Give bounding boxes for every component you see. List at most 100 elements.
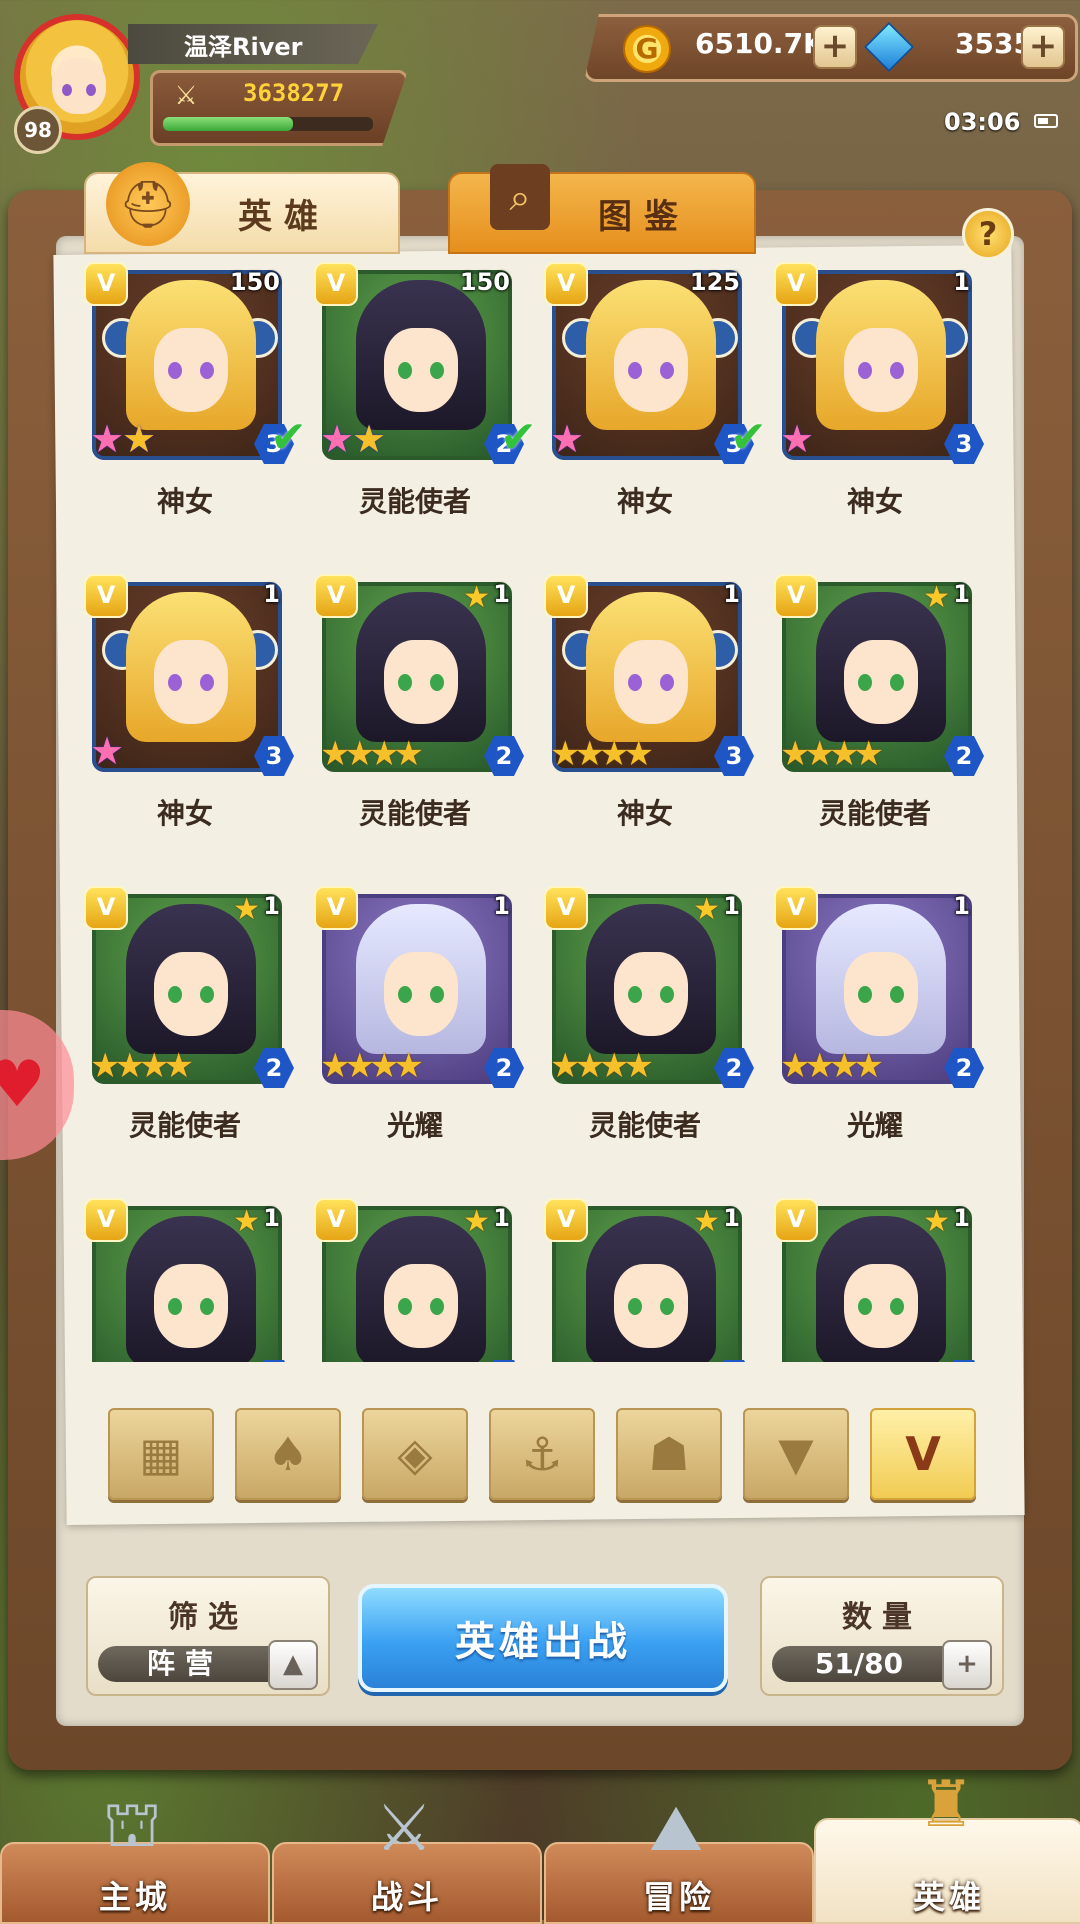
clock: 03:06 [944, 108, 1021, 136]
hero-eye [858, 362, 872, 379]
hero-eye [660, 362, 674, 379]
star-badge-icon: ★ [463, 1204, 490, 1239]
filter-select[interactable]: 阵营 ▲ [98, 1640, 318, 1690]
expand-slots-button[interactable]: + [942, 1640, 992, 1690]
star-badge-icon: ★ [923, 1204, 950, 1239]
faction-filter-grid-icon[interactable]: ▦ [108, 1408, 214, 1500]
hero-card[interactable]: V ★ 1 ★★★★ 2 灵能使者 [530, 886, 760, 1158]
faction-v-icon: V [544, 574, 588, 618]
swords-icon: ⚔ [375, 1792, 433, 1866]
hero-face [844, 640, 918, 724]
hero-card[interactable]: V★1★★★★2 [70, 1198, 300, 1362]
swords-power-icon: ⚔ [174, 81, 198, 111]
tab-heroes[interactable]: ⛑ 英雄 [84, 162, 400, 254]
rainbow-star-icon: ★ [90, 729, 125, 773]
hero-face [844, 328, 918, 412]
hero-eye [398, 674, 412, 691]
hero-stars: ★★★★ [320, 1358, 424, 1362]
gold-coin-icon: G [623, 25, 671, 73]
hero-level: 1 [263, 1204, 280, 1232]
hero-level: 1 [723, 580, 740, 608]
count-value: 51/80 [814, 1647, 904, 1680]
resource-panel: G 6510.7K + 3535 + [584, 14, 1078, 82]
hero-name: 灵能使者 [588, 1109, 701, 1142]
hero-card[interactable]: V 1 ★ 3 神女 [760, 262, 990, 534]
hero-face [614, 952, 688, 1036]
hero-card[interactable]: V 150 ★ ★ 2 ✔ 灵能使者 [300, 262, 537, 534]
hero-face [384, 328, 458, 412]
deploy-heroes-button[interactable]: 英雄出战 [358, 1584, 728, 1692]
help-button[interactable]: ? [962, 208, 1014, 260]
faction-filter-v-icon[interactable]: V [870, 1408, 976, 1500]
hero-face [154, 1264, 228, 1348]
hero-card[interactable]: V ★ 1 ★★★★ 2 灵能使者 [70, 886, 300, 1158]
hero-card[interactable]: V★1★★★★2 [300, 1198, 530, 1362]
hero-eye [398, 362, 412, 379]
faction-filter-anchor-icon[interactable]: ⚓ [489, 1408, 595, 1500]
hero-level: 1 [723, 1204, 740, 1232]
hero-eye [858, 1298, 872, 1315]
count-title: 数量 [842, 1600, 922, 1635]
hero-card[interactable]: V ★ 1 ★★★★ 2 灵能使者 [760, 574, 990, 846]
faction-v-icon: V [84, 574, 128, 618]
add-gem-button[interactable]: + [1021, 25, 1065, 69]
hero-level: 1 [953, 892, 970, 920]
hero-eye [430, 362, 444, 379]
nav-item-3[interactable]: ♜ 英雄 [814, 1768, 1080, 1924]
hero-grid[interactable]: V 150 ★ ★ 3 ✔ 神女 V 150 ★ ★ 2 ✔ 灵能使者 V 125 ★ 3 ✔ 神女 V 1 ★ 3 神女 V 1 ★… [70, 262, 1010, 1362]
faction-filter-fox-icon[interactable]: ▼ [743, 1408, 849, 1500]
hero-card[interactable]: V 125 ★ 3 ✔ 神女 [530, 262, 767, 534]
hero-face [614, 1264, 688, 1348]
faction-v-icon: V [84, 1198, 128, 1242]
tab-codex-label: 图鉴 [598, 196, 690, 237]
tab-codex[interactable]: ⌕ 图鉴 [448, 164, 756, 254]
nav-item-2[interactable]: ⛰ 冒险 [544, 1792, 814, 1924]
hero-level: 1 [493, 1204, 510, 1232]
hero-eye [168, 362, 182, 379]
faction-v-icon: V [774, 886, 818, 930]
hero-card[interactable]: V★1★★★★2 [530, 1198, 760, 1362]
hero-card[interactable]: V★1★★★★2 [760, 1198, 990, 1362]
star-icon: ★ [122, 417, 157, 461]
hero-stars: ★★★★ [780, 1046, 884, 1086]
hero-card[interactable]: V 1 ★★★★ 2 光耀 [760, 886, 990, 1158]
hero-face [384, 1264, 458, 1348]
hero-card[interactable]: V 1 ★★★★ 3 神女 [530, 574, 760, 846]
hero-eye [890, 674, 904, 691]
star-badge-icon: ★ [233, 892, 260, 927]
faction-filter-flame-icon[interactable]: ♠ [235, 1408, 341, 1500]
hero-card[interactable]: V ★ 1 ★★★★ 2 灵能使者 [300, 574, 530, 846]
faction-filter-beast-icon[interactable]: ☗ [616, 1408, 722, 1500]
xp-bar [163, 117, 373, 131]
hero-card[interactable]: V 1 ★★★★ 2 光耀 [300, 886, 530, 1158]
hero-card[interactable]: V 150 ★ ★ 3 ✔ 神女 [70, 262, 307, 534]
beast-icon: ☗ [648, 1427, 690, 1481]
faction-filter-diamond-icon[interactable]: ◈ [362, 1408, 468, 1500]
nav-label: 冒险 [642, 1878, 715, 1916]
hero-name: 神女 [156, 797, 213, 830]
hero-eye [628, 1298, 642, 1315]
hero-eye [200, 986, 214, 1003]
hero-eye [430, 986, 444, 1003]
avatar[interactable]: 98 [14, 14, 148, 154]
hero-face [844, 1264, 918, 1348]
hero-name: 神女 [616, 797, 673, 830]
faction-v-icon: V [314, 886, 358, 930]
hero-eye [430, 1298, 444, 1315]
faction-v-icon: V [314, 574, 358, 618]
hero-stars: ★★★★ [90, 1046, 194, 1086]
star-badge-icon: ★ [693, 1204, 720, 1239]
hero-eye [660, 674, 674, 691]
filter-toggle-button[interactable]: ▲ [268, 1640, 318, 1690]
nav-item-1[interactable]: ⚔ 战斗 [272, 1792, 542, 1924]
flame-icon: ♠ [267, 1427, 309, 1481]
add-gold-button[interactable]: + [813, 25, 857, 69]
hero-eye [168, 986, 182, 1003]
hero-card[interactable]: V 1 ★ 3 神女 [70, 574, 300, 846]
faction-v-icon: V [774, 574, 818, 618]
hero-face [614, 640, 688, 724]
hero-stars: ★★★★ [550, 1358, 654, 1362]
hero-face [844, 952, 918, 1036]
nav-item-0[interactable]: ⛫ 主城 [0, 1788, 270, 1924]
hero-name: 神女 [846, 485, 903, 518]
